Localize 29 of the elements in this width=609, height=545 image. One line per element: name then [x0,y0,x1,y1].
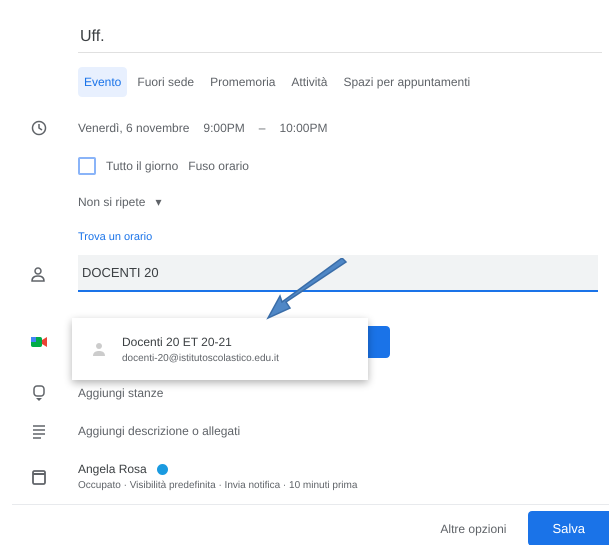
calendar-owner[interactable]: Angela Rosa [78,462,147,476]
description-field[interactable]: Aggiungi descrizione o allegati [78,424,240,438]
tab[interactable]: Fuori sede [131,67,200,97]
more-options-button[interactable]: Altre opzioni [434,520,512,536]
find-time-link[interactable]: Trova un orario [78,231,152,243]
tab[interactable]: Promemoria [204,67,282,97]
timezone-link[interactable]: Fuso orario [188,159,249,173]
calendar-icon [30,468,48,486]
tab[interactable]: Spazi per appuntamenti [337,67,476,97]
repeat-dropdown[interactable]: Non si ripete [78,195,146,209]
end-time[interactable]: 10:00PM [279,121,328,135]
notes-icon [30,422,48,440]
meet-button[interactable] [368,326,390,358]
tab[interactable]: Evento [78,67,128,97]
start-time[interactable]: 9:00PM [203,121,245,135]
guests-field[interactable]: DOCENTI 20 [78,255,598,292]
save-button[interactable]: Salva [528,511,609,545]
suggestion-menu[interactable]: Docenti 20 ET 20-21 docenti-20@istitutoscolastico.edu.it [72,318,368,380]
clock-icon [30,119,48,137]
rooms-text[interactable]: Aggiungi stanze [78,386,164,400]
people-icon [30,264,48,282]
all-day-label: Tutto il giorno [106,159,178,173]
event-details: Occupato · Visibilità predefinita · Invia notifica · 10 minuti prima [78,480,358,491]
time-separator: – [258,121,266,135]
all-day-checkbox[interactable] [78,157,96,175]
person-icon [90,340,108,358]
caret-icon: ▾ [155,195,162,209]
date-text[interactable]: Venerdì, 6 novembre [78,121,190,135]
tab[interactable]: Attività [285,67,334,97]
